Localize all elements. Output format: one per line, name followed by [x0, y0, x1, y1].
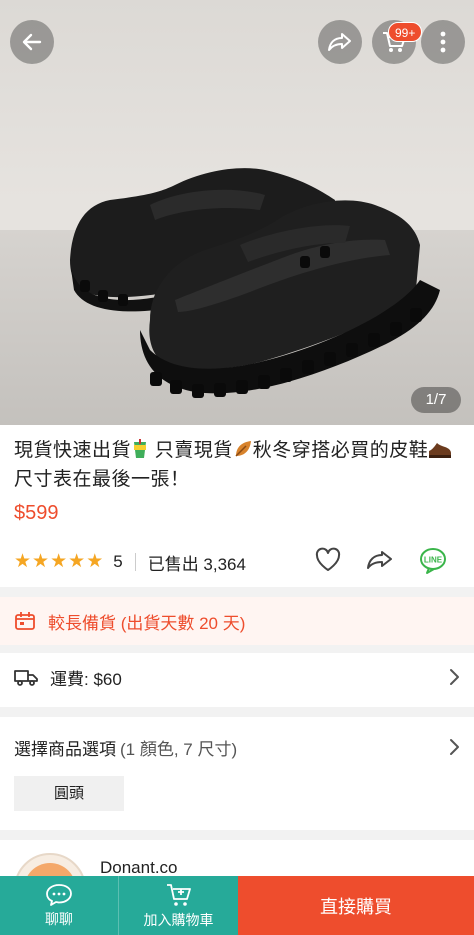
option-title: 選擇商品選項 — [14, 739, 116, 759]
image-page-indicator: 1/7 — [411, 387, 461, 413]
add-to-cart-label: 加入購物車 — [143, 911, 214, 928]
chat-label: 聊聊 — [45, 910, 73, 927]
star-icon: ★ — [86, 551, 104, 572]
svg-text:LINE: LINE — [424, 556, 443, 565]
back-button[interactable] — [10, 20, 54, 64]
truck-icon — [14, 670, 38, 686]
product-image[interactable]: 99+ 1/7 — [0, 0, 474, 425]
divider — [134, 553, 136, 571]
preorder-text: 較長備貨 (出貨天數 20 天) — [48, 613, 246, 633]
share-icon[interactable] — [366, 546, 394, 574]
chevron-right-icon — [450, 739, 459, 755]
share-icon — [328, 33, 351, 51]
title-text-3: 秋冬穿搭必買的皮鞋 — [252, 440, 429, 461]
option-selector[interactable]: 選擇商品選項 (1 顏色, 7 尺寸) — [14, 732, 460, 762]
section-gap — [0, 707, 474, 717]
rating-row: ★ ★ ★ ★ ★ 5 已售出 3,364 — [14, 548, 464, 576]
section-gap — [0, 645, 474, 653]
shop-name[interactable]: Donant.co — [100, 858, 178, 878]
add-to-cart-button[interactable]: 加入購物車 — [118, 876, 238, 935]
shipping-row[interactable]: 運費: $60 — [0, 653, 474, 701]
line-share-icon[interactable]: LINE — [418, 546, 448, 576]
chat-bubble-icon — [46, 883, 72, 906]
leaf-icon — [235, 441, 251, 457]
option-summary: (1 顏色, 7 尺寸) — [120, 739, 238, 759]
chevron-right-icon — [450, 669, 459, 685]
star-icon: ★ — [50, 551, 68, 572]
shoe-photo — [70, 168, 440, 398]
title-text-2: 只賣現貨 — [149, 440, 233, 461]
preorder-notice: 較長備貨 (出貨天數 20 天) — [0, 597, 474, 645]
heart-icon[interactable] — [314, 546, 342, 574]
bottom-action-bar: 聊聊 加入購物車 直接購買 — [0, 876, 474, 935]
star-icon: ★ — [32, 551, 50, 572]
rating-value: 5 — [113, 552, 123, 571]
shoe-icon — [429, 443, 452, 458]
shipping-fee: 運費: $60 — [50, 669, 122, 689]
more-button[interactable] — [421, 20, 465, 64]
section-gap — [0, 587, 474, 597]
product-price: $599 — [14, 502, 59, 524]
share-button[interactable] — [318, 20, 362, 64]
option-chip[interactable]: 圓頭 — [14, 776, 124, 811]
title-text-4: 尺寸表在最後一張！ — [14, 469, 190, 490]
product-title: 現貨快速出貨 只賣現貨 秋冬穿搭必買的皮鞋尺寸表在最後一張！ — [14, 436, 464, 494]
cart-badge: 99+ — [388, 22, 423, 42]
arrow-left-icon — [22, 33, 42, 51]
section-gap — [0, 830, 474, 840]
drink-cup-icon — [134, 439, 147, 458]
star-icon: ★ — [14, 551, 32, 572]
buy-now-button[interactable]: 直接購買 — [238, 876, 474, 935]
title-text-1: 現貨快速出貨 — [14, 440, 132, 461]
chat-button[interactable]: 聊聊 — [0, 876, 118, 935]
rating-stars: ★ ★ ★ ★ ★ — [14, 552, 103, 572]
calendar-box-icon — [15, 612, 35, 630]
star-icon: ★ — [68, 551, 86, 572]
more-vertical-icon — [440, 31, 446, 53]
sold-count: 已售出 3,364 — [147, 554, 246, 574]
cart-add-icon — [166, 883, 191, 906]
